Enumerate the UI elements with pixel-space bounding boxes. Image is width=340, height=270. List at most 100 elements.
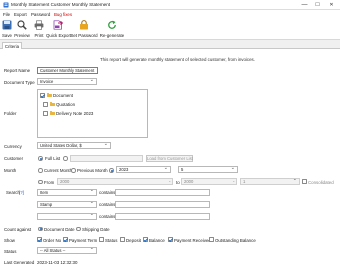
folder-checkbox[interactable] xyxy=(40,93,45,98)
set-password-label: Set Password xyxy=(70,32,98,38)
menu-bug-fixes[interactable]: Bug fixes xyxy=(54,12,72,17)
count-document-date-radio[interactable] xyxy=(38,226,43,231)
show-label: Show xyxy=(4,237,15,243)
status-label: Status xyxy=(4,248,17,254)
year-select[interactable]: 2023 xyxy=(116,166,171,173)
tab-bar: Criteria xyxy=(0,40,340,50)
from-year-spinner: 2000 xyxy=(57,177,173,185)
search-field-select[interactable] xyxy=(37,212,97,220)
title-bar: Monthly Statement Customer Monthly State… xyxy=(0,0,340,10)
save-label: Save xyxy=(1,32,12,38)
folder-checkbox[interactable] xyxy=(43,102,48,107)
folder-name: Document xyxy=(53,92,74,98)
print-button[interactable]: Print xyxy=(32,19,46,39)
preview-label: Preview xyxy=(14,32,30,38)
regenerate-button[interactable]: Re-generate xyxy=(98,19,126,39)
customer-select-radio[interactable] xyxy=(63,156,68,161)
search-value-input[interactable] xyxy=(115,188,210,196)
show-balance-label: Balance xyxy=(149,237,165,243)
folder-item-delivery-note[interactable]: Delivery Note 2023 xyxy=(43,110,143,117)
month-select[interactable]: 5 xyxy=(178,166,238,173)
menu-file[interactable]: File xyxy=(3,12,10,17)
print-label: Print xyxy=(34,32,44,38)
printer-icon xyxy=(34,20,44,30)
folder-label: Folder xyxy=(4,111,17,116)
quick-export-label: Quick Export xyxy=(46,32,72,38)
customer-full-list-radio[interactable] xyxy=(38,156,43,161)
show-status-checkbox[interactable] xyxy=(99,237,104,242)
minimize-button[interactable]: — xyxy=(300,1,309,9)
status-select[interactable]: -- All Status -- xyxy=(37,246,97,254)
current-month-radio[interactable] xyxy=(38,168,43,173)
criteria-panel: This report will generate monthly statem… xyxy=(0,49,340,270)
search-operator: contains xyxy=(99,190,116,195)
search-operator: contains xyxy=(99,214,116,219)
consolidated-checkbox[interactable] xyxy=(302,179,307,184)
show-deposit-label: Deposit xyxy=(126,237,141,243)
customer-full-list-label: Full List xyxy=(45,156,61,161)
report-name-label: Report Name xyxy=(4,68,31,73)
maximize-button[interactable]: ☐ xyxy=(313,1,322,9)
search-field-select[interactable]: Item xyxy=(37,188,97,196)
search-operator: contains xyxy=(99,202,116,207)
preview-button[interactable]: Preview xyxy=(13,19,31,39)
from-label: From xyxy=(44,179,55,185)
save-button[interactable]: Save xyxy=(1,19,13,39)
previous-month-radio[interactable] xyxy=(71,168,76,173)
year-month-radio[interactable] xyxy=(109,168,114,173)
lock-icon xyxy=(80,20,88,30)
last-generated-label: Last Generated xyxy=(4,259,35,265)
load-from-customer-list-button[interactable]: Load from Customer List xyxy=(146,154,193,162)
customer-label: Customer xyxy=(4,156,24,161)
count-against-label: Count against xyxy=(4,226,32,232)
from-range-radio[interactable] xyxy=(38,179,43,184)
show-deposit-checkbox[interactable] xyxy=(120,237,125,242)
show-payment-term-label: Payment Term xyxy=(69,237,98,243)
save-icon xyxy=(2,20,12,30)
consolidated-label: Consolidated xyxy=(308,179,334,185)
to-year-spinner: 2000 xyxy=(181,177,237,185)
folder-checkbox[interactable] xyxy=(43,111,48,116)
menu-password[interactable]: Password xyxy=(31,12,50,17)
show-order-no-label: Order No xyxy=(43,237,62,243)
show-status-label: Status xyxy=(105,237,118,243)
set-password-button[interactable]: Set Password xyxy=(70,19,98,39)
folder-icon xyxy=(50,101,55,107)
search-help-link[interactable]: [?] xyxy=(19,190,24,195)
menu-bar: File Export Password Bug fixes xyxy=(0,10,340,18)
show-payment-received-label: Payment Received xyxy=(174,237,211,243)
last-generated-value: 2023-11-03 12:32:30 xyxy=(37,259,78,265)
folder-name: Delivery Note 2023 xyxy=(56,110,94,116)
show-balance-checkbox[interactable] xyxy=(143,237,148,242)
show-payment-term-checkbox[interactable] xyxy=(63,237,68,242)
folder-item-document[interactable]: Document xyxy=(40,92,140,99)
menu-export[interactable]: Export xyxy=(14,12,27,17)
report-name-input[interactable]: Customer Monthly Statement xyxy=(37,66,98,74)
count-shipping-date-radio[interactable] xyxy=(76,226,81,231)
close-button[interactable]: ✕ xyxy=(327,1,336,9)
show-order-no-checkbox[interactable] xyxy=(37,237,42,242)
currency-select[interactable]: United States Dollar, $ xyxy=(37,142,111,149)
window-title: Monthly Statement Customer Monthly State… xyxy=(11,2,111,7)
to-label: to xyxy=(176,179,180,185)
folder-tree: Document Quotation Delivery Note 2023 xyxy=(37,89,148,138)
count-document-date-label: Document Date xyxy=(44,226,75,232)
show-payment-received-checkbox[interactable] xyxy=(168,237,173,242)
folder-name: Quotation xyxy=(56,101,76,107)
app-icon xyxy=(3,2,9,8)
refresh-icon xyxy=(108,20,116,29)
customer-input xyxy=(70,154,143,162)
folder-item-quotation[interactable]: Quotation xyxy=(43,101,143,108)
count-shipping-date-label: Shipping Date xyxy=(82,226,110,232)
show-outstanding-balance-checkbox[interactable] xyxy=(209,237,214,242)
toolbar: Save Preview Print Quick Export Set Pass… xyxy=(0,18,340,40)
quick-export-button[interactable]: Quick Export xyxy=(46,19,72,39)
search-label: Search xyxy=(6,190,20,195)
search-value-input[interactable] xyxy=(115,212,210,220)
search-value-input[interactable] xyxy=(115,200,210,208)
document-type-label: Document Type xyxy=(4,80,35,85)
search-field-select[interactable]: Stamp xyxy=(37,200,97,208)
previous-month-label: Previous Month xyxy=(77,168,108,173)
document-type-select[interactable]: Invoice xyxy=(37,78,97,85)
month-label: Month xyxy=(4,168,17,173)
